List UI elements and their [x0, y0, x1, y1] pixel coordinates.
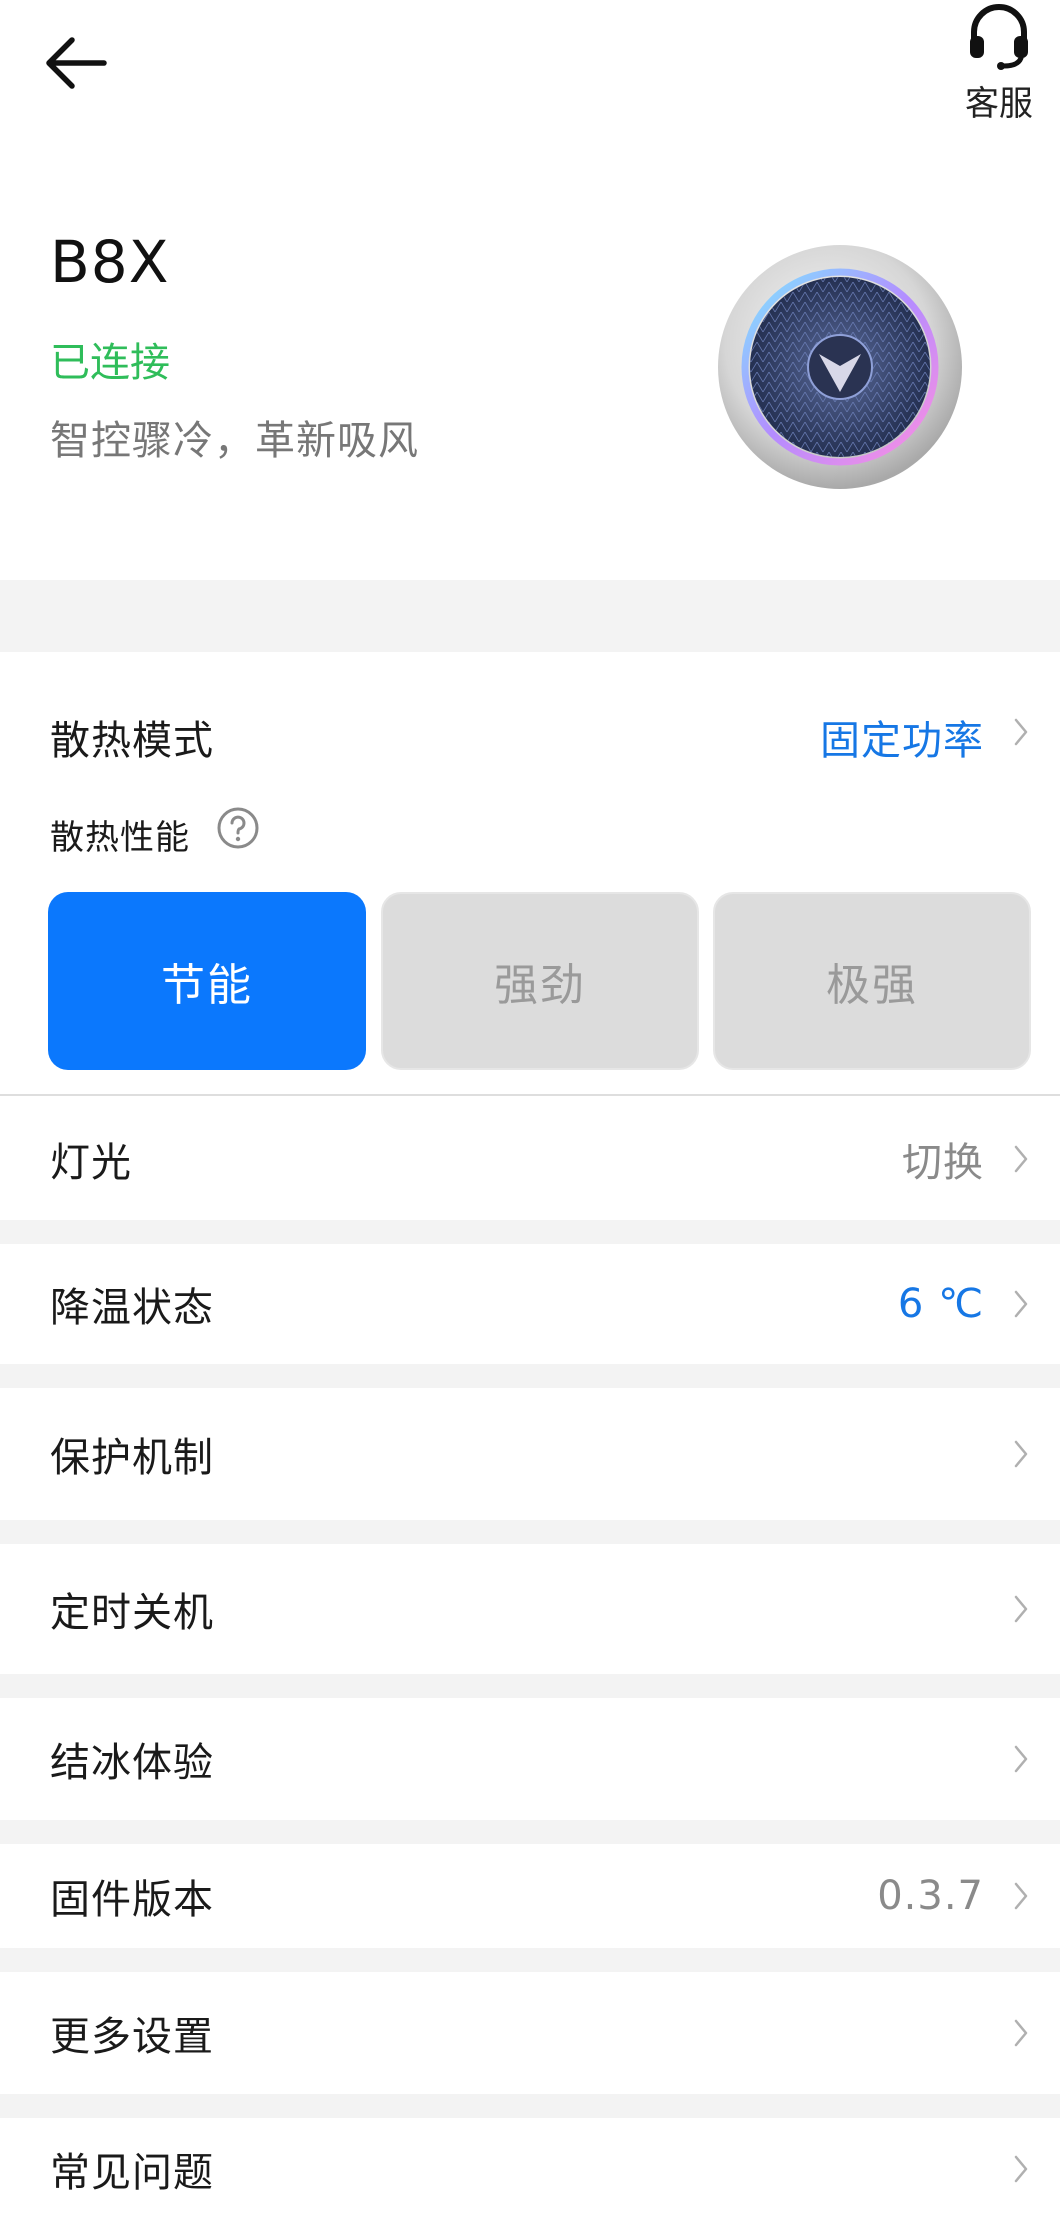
more-settings-row[interactable]: 更多设置	[0, 1972, 1060, 2094]
cooling-section: 散热模式 固定功率 散热性能 节能 强劲 极强	[0, 652, 1060, 1096]
level-button-extreme[interactable]: 极强	[713, 892, 1031, 1070]
chevron-right-icon	[1006, 1589, 1036, 1629]
section-gap	[0, 1820, 1060, 1844]
firmware-label: 固件版本	[50, 1877, 214, 1923]
headset-icon	[970, 4, 1028, 70]
chevron-right-icon	[1006, 712, 1036, 752]
chevron-right-icon	[1006, 1739, 1036, 1779]
top-bar: 客服	[0, 0, 1060, 150]
customer-service-label: 客服	[965, 84, 1033, 124]
question-circle-icon[interactable]	[216, 806, 260, 850]
light-value: 切换	[902, 1140, 984, 1186]
section-gap	[0, 1220, 1060, 1244]
faq-row[interactable]: 常见问题	[0, 2118, 1060, 2220]
back-button[interactable]	[30, 28, 120, 98]
cooling-status-row[interactable]: 降温状态 6 ℃	[0, 1244, 1060, 1364]
protection-label: 保护机制	[50, 1435, 214, 1481]
cooler-fan-image	[718, 245, 962, 489]
level-button-strong[interactable]: 强劲	[381, 892, 699, 1070]
level-button-eco[interactable]: 节能	[48, 892, 366, 1070]
cooling-mode-row[interactable]: 散热模式 固定功率	[0, 692, 1060, 788]
timer-off-label: 定时关机	[50, 1590, 214, 1636]
light-row[interactable]: 灯光 切换	[0, 1098, 1060, 1220]
timer-off-row[interactable]: 定时关机	[0, 1544, 1060, 1674]
chevron-right-icon	[1006, 2149, 1036, 2189]
section-gap	[0, 1948, 1060, 1972]
arrow-left-icon	[46, 37, 107, 89]
device-name: B8X	[50, 228, 170, 296]
device-slogan: 智控骤冷，革新吸风	[50, 418, 419, 464]
chevron-right-icon	[1006, 1434, 1036, 1474]
section-gap	[0, 1520, 1060, 1544]
chevron-right-icon	[1006, 1139, 1036, 1179]
cooling-mode-label: 散热模式	[50, 718, 214, 764]
chevron-right-icon	[1006, 2013, 1036, 2053]
divider	[0, 1094, 1060, 1096]
cooling-status-value: 6 ℃	[897, 1281, 984, 1327]
firmware-row[interactable]: 固件版本 0.3.7	[0, 1844, 1060, 1948]
cooling-performance-label: 散热性能	[50, 818, 190, 858]
section-gap	[0, 2094, 1060, 2118]
chevron-right-icon	[1006, 1284, 1036, 1324]
section-gap	[0, 1674, 1060, 1698]
more-settings-label: 更多设置	[50, 2014, 214, 2060]
light-label: 灯光	[50, 1140, 132, 1186]
device-info: B8X 已连接 智控骤冷，革新吸风	[0, 150, 1060, 580]
firmware-version: 0.3.7	[877, 1873, 984, 1919]
protection-row[interactable]: 保护机制	[0, 1388, 1060, 1520]
chevron-right-icon	[1006, 1876, 1036, 1916]
ice-experience-row[interactable]: 结冰体验	[0, 1698, 1060, 1820]
connection-status: 已连接	[50, 340, 170, 386]
section-gap	[0, 1364, 1060, 1388]
section-gap	[0, 580, 1060, 652]
customer-service-button[interactable]: 客服	[944, 0, 1054, 140]
ice-experience-label: 结冰体验	[50, 1740, 214, 1786]
faq-label: 常见问题	[50, 2150, 214, 2196]
cooling-status-label: 降温状态	[50, 1285, 214, 1331]
cooling-mode-value: 固定功率	[820, 718, 984, 764]
